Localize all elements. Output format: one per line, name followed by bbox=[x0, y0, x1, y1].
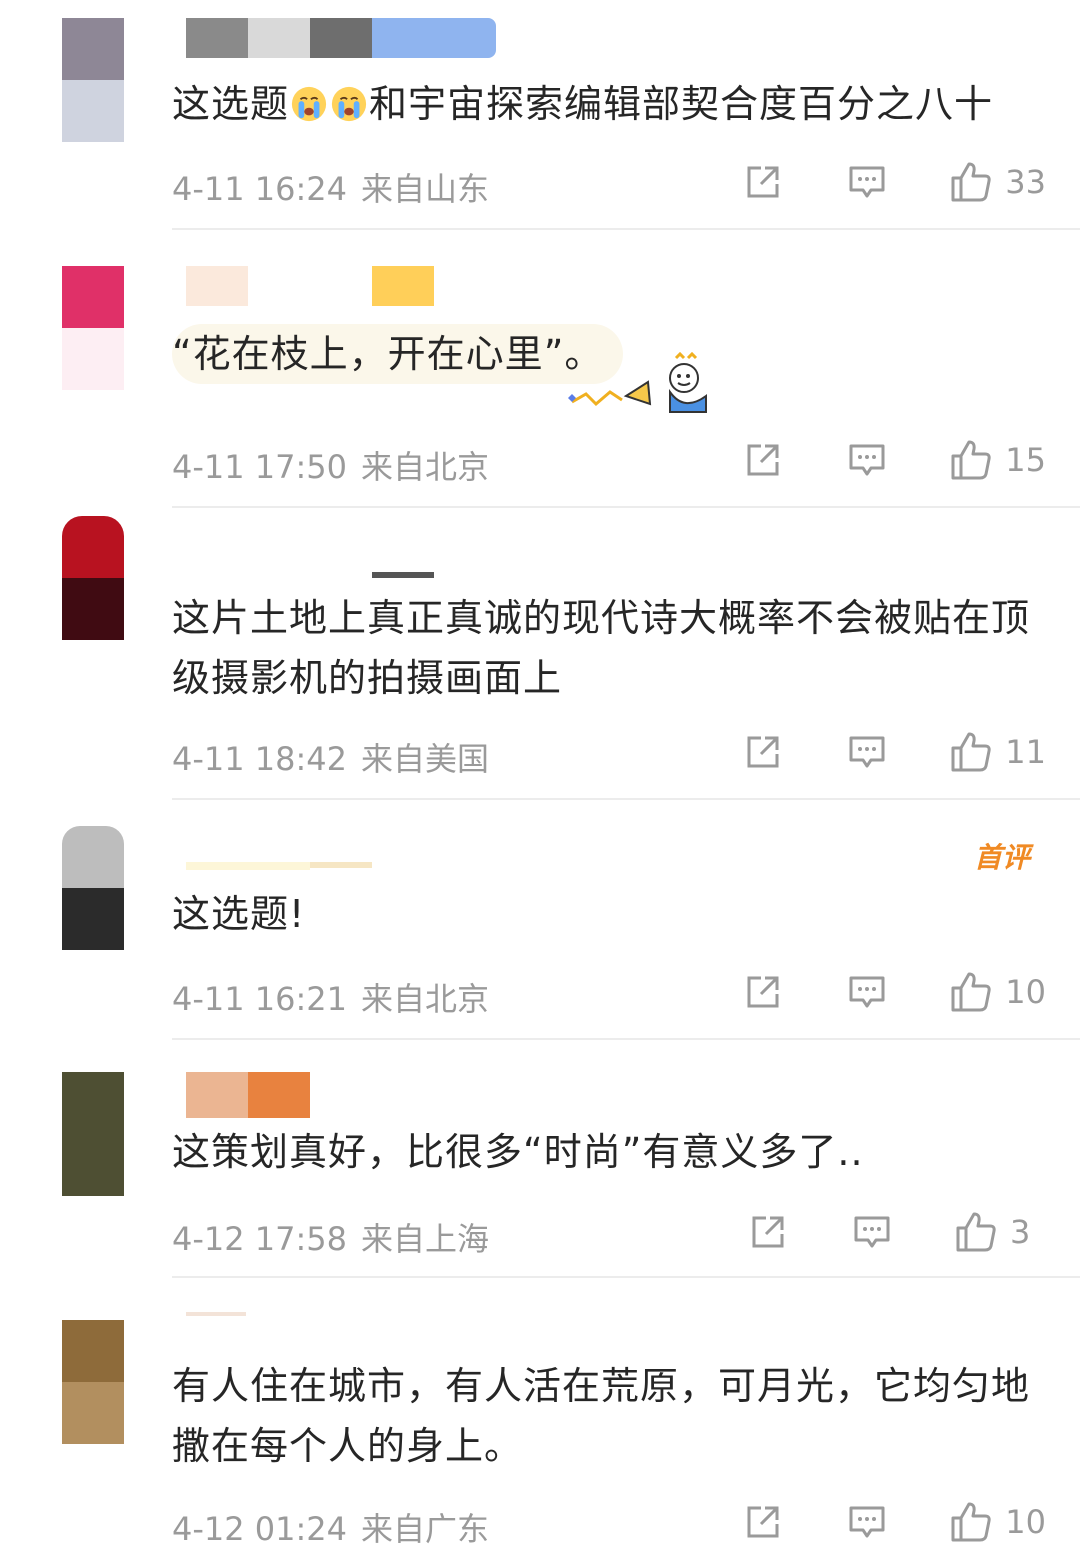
like-button[interactable]: 10 bbox=[949, 1500, 1046, 1544]
thumbs-up-icon bbox=[951, 972, 991, 1012]
comment-item: “花在枝上，开在心里”。 4-11 17:50 来自北京 15 bbox=[0, 266, 1080, 508]
like-button[interactable]: 11 bbox=[949, 730, 1046, 774]
comment-location: 来自广东 bbox=[361, 1510, 490, 1548]
comment-location: 来自山东 bbox=[361, 170, 490, 208]
comment-item: 有人住在城市，有人活在荒原，可月光，它均匀地撒在每个人的身上。 4-12 01:… bbox=[0, 1312, 1080, 1548]
share-icon[interactable] bbox=[743, 732, 783, 772]
like-count: 3 bbox=[1010, 1213, 1031, 1251]
divider bbox=[172, 506, 1080, 508]
comment-time: 4-11 16:24 bbox=[172, 170, 348, 208]
like-count: 11 bbox=[1005, 733, 1046, 771]
comment-meta: 4-11 16:21 来自北京 bbox=[172, 974, 489, 1020]
reply-icon[interactable] bbox=[847, 972, 887, 1012]
comment-time: 4-12 01:24 bbox=[172, 1510, 348, 1548]
share-icon[interactable] bbox=[743, 440, 783, 480]
username-blurred[interactable] bbox=[186, 266, 434, 306]
comment-location: 来自上海 bbox=[361, 1220, 490, 1258]
comment-location: 来自美国 bbox=[361, 740, 490, 778]
username-blurred[interactable] bbox=[186, 572, 434, 580]
like-count: 10 bbox=[1005, 1503, 1046, 1541]
reply-icon[interactable] bbox=[847, 1502, 887, 1542]
avatar[interactable] bbox=[62, 266, 124, 390]
thumbs-up-icon bbox=[951, 162, 991, 202]
comment-item: 这片土地上真正真诚的现代诗大概率不会被贴在顶级摄影机的拍摄画面上 4-11 18… bbox=[0, 516, 1080, 800]
thumbs-up-icon bbox=[956, 1212, 996, 1252]
like-button[interactable]: 3 bbox=[954, 1210, 1046, 1254]
comment-time: 4-12 17:58 bbox=[172, 1220, 348, 1258]
comment-actions: 3 bbox=[748, 1210, 1046, 1254]
comment-meta: 4-12 17:58 来自上海 bbox=[172, 1214, 489, 1260]
username-blurred[interactable] bbox=[186, 1072, 310, 1118]
divider bbox=[172, 1276, 1080, 1278]
avatar[interactable] bbox=[62, 1072, 124, 1196]
share-icon[interactable] bbox=[748, 1212, 788, 1252]
share-icon[interactable] bbox=[743, 1502, 783, 1542]
username-blurred[interactable] bbox=[186, 1312, 246, 1318]
like-button[interactable]: 15 bbox=[949, 438, 1046, 482]
comment-meta: 4-11 18:42 来自美国 bbox=[172, 734, 489, 780]
reply-icon[interactable] bbox=[847, 440, 887, 480]
comment-actions: 15 bbox=[743, 438, 1046, 482]
divider bbox=[172, 228, 1080, 230]
comment-text: 这策划真好，比很多“时尚”有意义多了.. bbox=[172, 1130, 864, 1174]
comment-time: 4-11 18:42 bbox=[172, 740, 348, 778]
reply-icon[interactable] bbox=[847, 732, 887, 772]
like-count: 33 bbox=[1005, 163, 1046, 201]
thumbs-up-icon bbox=[951, 732, 991, 772]
comment-text: 有人住在城市，有人活在荒原，可月光，它均匀地撒在每个人的身上。 bbox=[172, 1364, 1031, 1468]
thumbs-up-icon bbox=[951, 1502, 991, 1542]
comment-text: 这片土地上真正真诚的现代诗大概率不会被贴在顶级摄影机的拍摄画面上 bbox=[172, 596, 1031, 700]
megaphone-sticker-icon bbox=[568, 352, 707, 413]
reply-icon[interactable] bbox=[852, 1212, 892, 1252]
like-count: 15 bbox=[1005, 441, 1046, 479]
comment-actions: 10 bbox=[743, 1500, 1046, 1544]
comment-meta: 4-11 17:50 来自北京 bbox=[172, 442, 489, 488]
comment-actions: 10 bbox=[743, 970, 1046, 1014]
divider bbox=[172, 798, 1080, 800]
username-blurred[interactable] bbox=[186, 18, 496, 58]
divider bbox=[172, 1038, 1080, 1040]
avatar[interactable] bbox=[62, 1320, 124, 1444]
comment-item: 这策划真好，比很多“时尚”有意义多了.. 4-12 17:58 来自上海 3 bbox=[0, 1072, 1080, 1278]
comment-actions: 33 bbox=[743, 160, 1046, 204]
crying-face-icon bbox=[331, 86, 367, 122]
avatar[interactable] bbox=[62, 826, 124, 950]
avatar[interactable] bbox=[62, 18, 124, 142]
comment-meta: 4-12 01:24 来自广东 bbox=[172, 1504, 489, 1550]
thumbs-up-icon bbox=[951, 440, 991, 480]
reply-icon[interactable] bbox=[847, 162, 887, 202]
share-icon[interactable] bbox=[743, 162, 783, 202]
comment-location: 来自北京 bbox=[361, 448, 490, 486]
like-count: 10 bbox=[1005, 973, 1046, 1011]
comment-text: 这选题 和宇宙探索编辑部契合度百分之八十 bbox=[172, 82, 994, 126]
like-button[interactable]: 10 bbox=[949, 970, 1046, 1014]
like-button[interactable]: 33 bbox=[949, 160, 1046, 204]
share-icon[interactable] bbox=[743, 972, 783, 1012]
comment-time: 4-11 17:50 bbox=[172, 448, 348, 486]
comment-location: 来自北京 bbox=[361, 980, 490, 1018]
comment-meta: 4-11 16:24 来自山东 bbox=[172, 164, 489, 210]
first-comment-badge: 首评 bbox=[973, 841, 1030, 874]
username-blurred[interactable] bbox=[186, 862, 372, 870]
comment-item: 首评 这选题! 4-11 16:21 来自北京 10 bbox=[0, 826, 1080, 1040]
crying-face-icon bbox=[291, 86, 327, 122]
avatar[interactable] bbox=[62, 516, 124, 640]
comment-actions: 11 bbox=[743, 730, 1046, 774]
comment-text: 这选题! bbox=[172, 892, 306, 936]
comment-time: 4-11 16:21 bbox=[172, 980, 348, 1018]
comment-item: 这选题 和宇宙探索编辑部契合度百分之八十 4-11 16:24 来自山东 33 bbox=[0, 18, 1080, 230]
